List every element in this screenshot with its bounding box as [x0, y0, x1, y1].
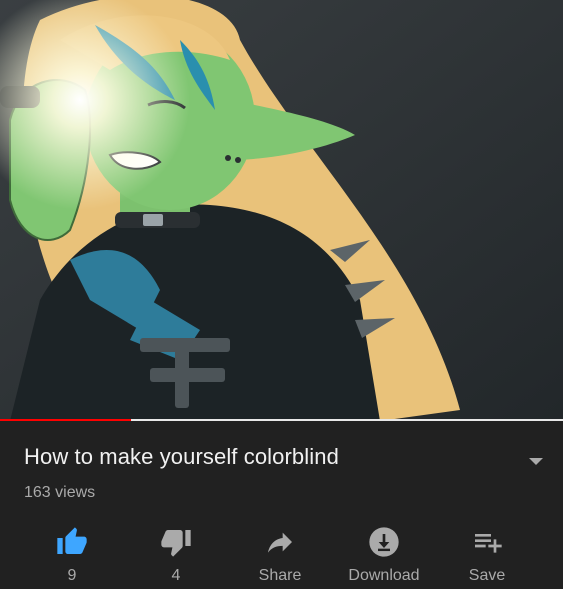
playlist-add-icon [469, 525, 505, 559]
chevron-down-icon[interactable] [524, 453, 548, 469]
video-frame-illustration [0, 0, 563, 421]
share-label: Share [258, 567, 302, 584]
thumbs-up-icon [54, 525, 90, 559]
view-count: 163 views [24, 484, 96, 501]
video-title[interactable]: How to make yourself colorblind [24, 444, 339, 470]
download-icon [366, 525, 402, 559]
share-arrow-icon [262, 525, 298, 559]
like-count: 9 [67, 567, 77, 584]
download-button[interactable]: Download [329, 525, 439, 585]
dislike-count: 4 [171, 567, 181, 584]
video-info-panel: How to make yourself colorblind 163 view… [0, 423, 563, 589]
save-button[interactable]: Save [432, 525, 542, 585]
video-player[interactable] [0, 0, 563, 421]
progress-bar[interactable] [0, 419, 563, 421]
progress-bar-played [0, 419, 131, 421]
share-button[interactable]: Share [225, 525, 335, 585]
like-button[interactable]: 9 [17, 525, 127, 585]
dislike-button[interactable]: 4 [121, 525, 231, 585]
thumbs-down-icon [158, 525, 194, 559]
save-label: Save [468, 567, 506, 584]
download-label: Download [348, 567, 420, 584]
